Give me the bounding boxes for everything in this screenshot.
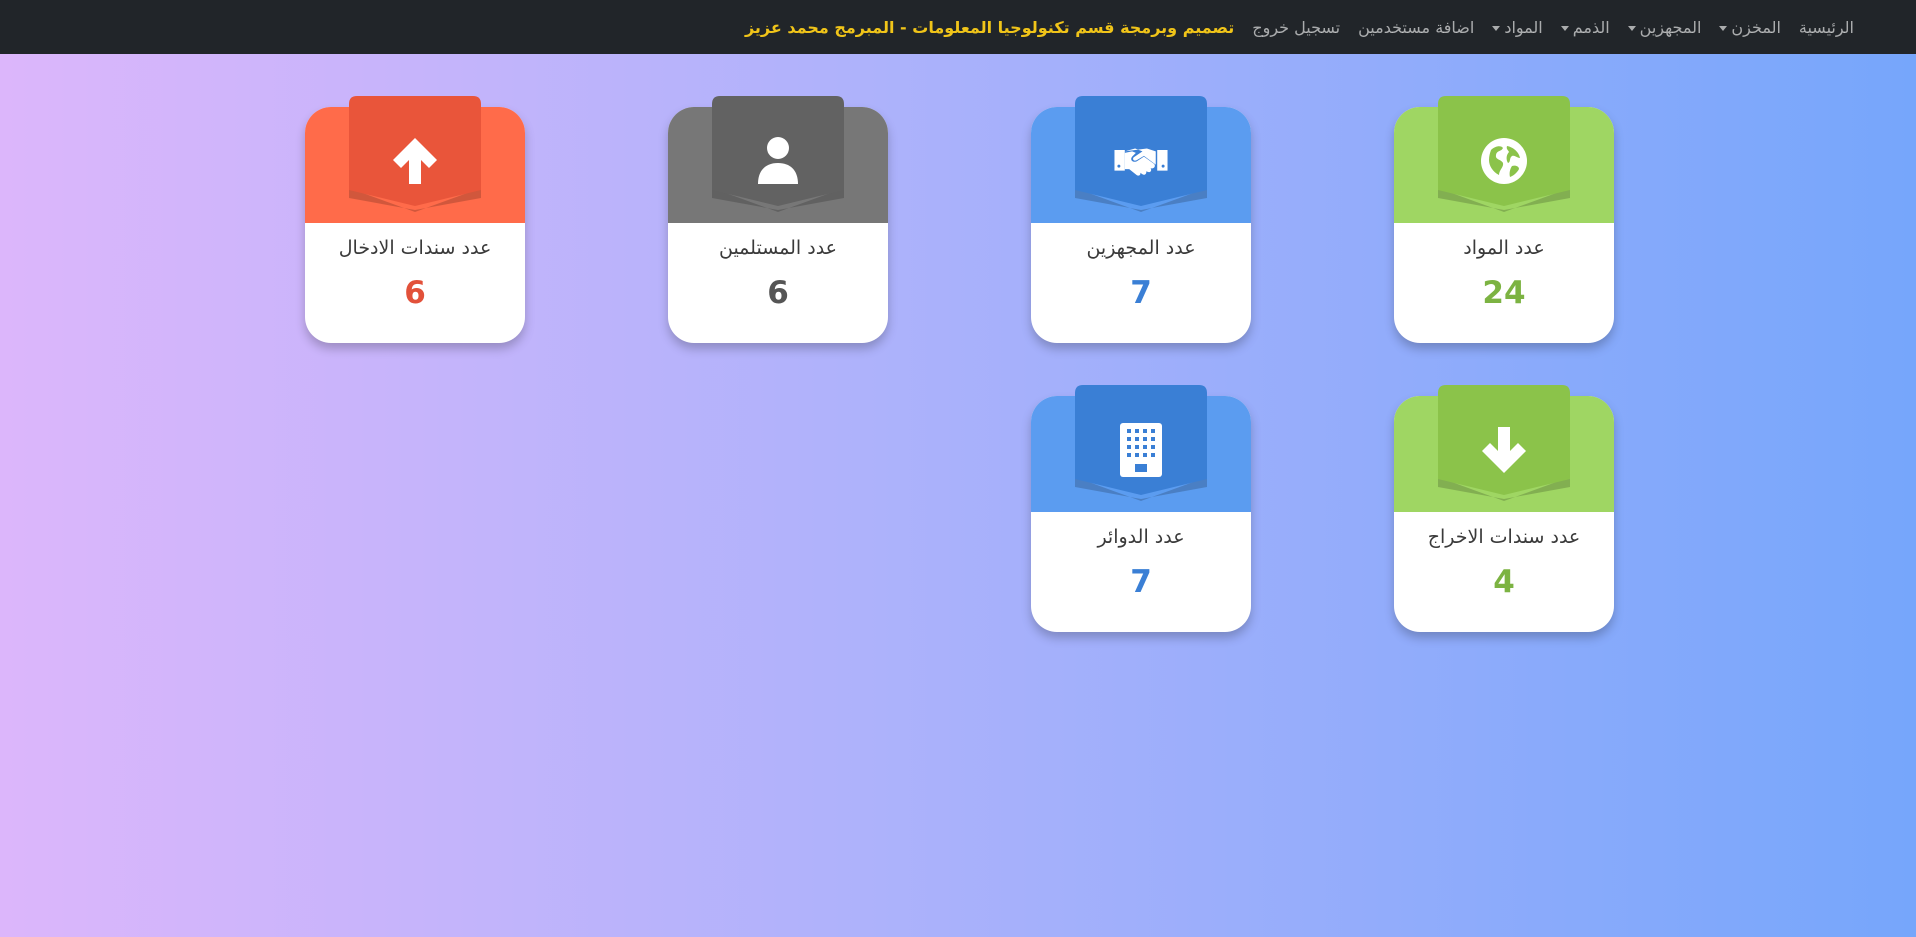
- top-navbar: الرئيسية المخزن المجهزين الذمم المواد اض…: [0, 0, 1916, 54]
- nav-materials[interactable]: المواد: [1492, 17, 1543, 37]
- card-value: 7: [1130, 275, 1152, 311]
- nav-home-label: الرئيسية: [1798, 17, 1854, 37]
- brand-text: تصميم وبرمجة قسم تكنولوجيا المعلومات - ا…: [744, 17, 1235, 37]
- card-value: 24: [1482, 275, 1526, 311]
- building-icon: [1113, 422, 1169, 478]
- stat-card-output-vouchers[interactable]: عدد سندات الاخراج 4: [1394, 385, 1614, 632]
- nav-warehouse[interactable]: المخزن: [1719, 17, 1781, 37]
- handshake-icon: [1113, 133, 1169, 189]
- user-icon: [750, 133, 806, 189]
- chevron-down-icon: [1492, 25, 1501, 31]
- stat-card-receivers[interactable]: عدد المستلمين 6: [668, 96, 888, 343]
- nav-materials-label: المواد: [1504, 17, 1543, 37]
- arrow-down-icon: [1476, 422, 1532, 478]
- card-value: 4: [1493, 564, 1515, 600]
- nav-custody-label: الذمم: [1572, 17, 1610, 37]
- globe-icon: [1476, 133, 1532, 189]
- card-title: عدد المجهزين: [1086, 237, 1196, 259]
- stat-card-suppliers[interactable]: عدد المجهزين 7: [1031, 96, 1251, 343]
- nav-brand-credit: تصميم وبرمجة قسم تكنولوجيا المعلومات - ا…: [745, 18, 1234, 37]
- card-title: عدد سندات الادخال: [338, 237, 492, 259]
- nav-list: الرئيسية المخزن المجهزين الذمم المواد اض…: [745, 0, 1854, 54]
- stat-card-input-vouchers[interactable]: عدد سندات الادخال 6: [305, 96, 525, 343]
- nav-custody[interactable]: الذمم: [1560, 17, 1610, 37]
- card-title: عدد الدوائر: [1097, 526, 1185, 548]
- nav-add-users[interactable]: اضافة مستخدمين: [1358, 18, 1474, 37]
- stat-card-materials[interactable]: عدد المواد 24: [1394, 96, 1614, 343]
- stat-card-departments[interactable]: عدد الدوائر 7: [1031, 385, 1251, 632]
- nav-home[interactable]: الرئيسية: [1799, 18, 1854, 37]
- card-value: 6: [404, 275, 426, 311]
- nav-logout[interactable]: تسجيل خروج: [1252, 18, 1340, 37]
- card-title: عدد سندات الاخراج: [1427, 526, 1581, 548]
- nav-warehouse-label: المخزن: [1731, 17, 1781, 37]
- nav-suppliers[interactable]: المجهزين: [1627, 17, 1702, 37]
- chevron-down-icon: [1627, 25, 1636, 31]
- arrow-up-icon: [387, 133, 443, 189]
- chevron-down-icon: [1719, 25, 1728, 31]
- nav-suppliers-label: المجهزين: [1639, 17, 1702, 37]
- card-title: عدد المواد: [1463, 237, 1545, 259]
- card-value: 7: [1130, 564, 1152, 600]
- nav-logout-label: تسجيل خروج: [1252, 17, 1341, 37]
- nav-add-users-label: اضافة مستخدمين: [1358, 17, 1475, 37]
- card-value: 6: [767, 275, 789, 311]
- chevron-down-icon: [1560, 25, 1569, 31]
- card-title: عدد المستلمين: [718, 237, 838, 259]
